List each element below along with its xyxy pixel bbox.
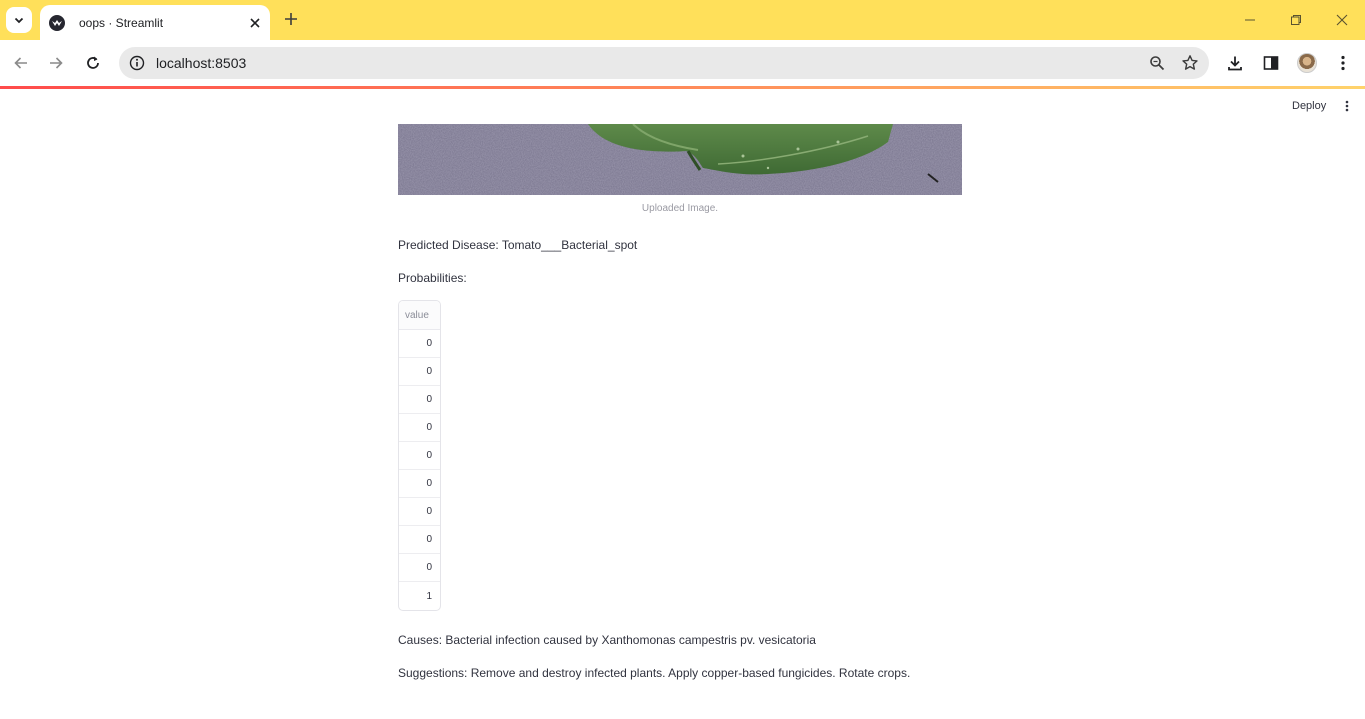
tab-title: oops · Streamlit [79,15,164,30]
table-row[interactable]: 0 [399,330,440,358]
table-row[interactable]: 0 [399,414,440,442]
tab-search-button[interactable] [6,7,32,33]
url-text[interactable]: localhost:8503 [156,55,1143,71]
table-row[interactable]: 0 [399,526,440,554]
restore-icon[interactable] [1284,8,1308,32]
tab-close-icon[interactable] [243,11,267,35]
streamlit-main-menu-icon[interactable] [1337,96,1357,116]
browser-menu-icon[interactable] [1329,49,1357,77]
probabilities-dataframe[interactable]: value 0 0 0 0 0 0 0 0 0 1 [398,300,441,611]
table-row[interactable]: 0 [399,358,440,386]
chevron-down-icon [14,17,24,24]
download-icon[interactable] [1221,49,1249,77]
profile-avatar[interactable] [1293,49,1321,77]
browser-tab-strip: oops · Streamlit [0,0,1365,40]
table-row[interactable]: 0 [399,442,440,470]
uploaded-leaf-image [398,124,962,195]
browser-toolbar: localhost:8503 [0,40,1365,86]
causes-text: Causes: Bacterial infection caused by Xa… [398,633,816,647]
column-header-value[interactable]: value [399,301,440,330]
back-arrow-icon[interactable] [7,49,35,77]
new-tab-plus-icon[interactable] [280,8,302,30]
reload-icon[interactable] [79,49,107,77]
minimize-icon[interactable] [1238,8,1262,32]
zoom-icon[interactable] [1143,49,1171,77]
deploy-button[interactable]: Deploy [1284,96,1334,116]
table-row[interactable]: 0 [399,386,440,414]
avatar [1297,53,1317,73]
streamlit-favicon-icon [49,14,65,31]
table-row[interactable]: 0 [399,470,440,498]
forward-arrow-icon[interactable] [42,49,70,77]
close-window-icon[interactable] [1330,8,1354,32]
bookmark-star-icon[interactable] [1176,49,1204,77]
predicted-disease-text: Predicted Disease: Tomato___Bacterial_sp… [398,238,638,252]
table-row[interactable]: 0 [399,554,440,582]
browser-tab[interactable]: oops · Streamlit [40,5,270,40]
streamlit-header-decoration [0,86,1365,89]
suggestions-text: Suggestions: Remove and destroy infected… [398,666,911,680]
table-row[interactable]: 0 [399,498,440,526]
table-row[interactable]: 1 [399,582,440,610]
image-caption: Uploaded Image. [641,203,719,214]
address-bar[interactable]: localhost:8503 [119,47,1209,79]
side-panel-icon[interactable] [1257,49,1285,77]
probabilities-label: Probabilities: [398,271,467,285]
site-info-icon[interactable] [122,48,152,78]
